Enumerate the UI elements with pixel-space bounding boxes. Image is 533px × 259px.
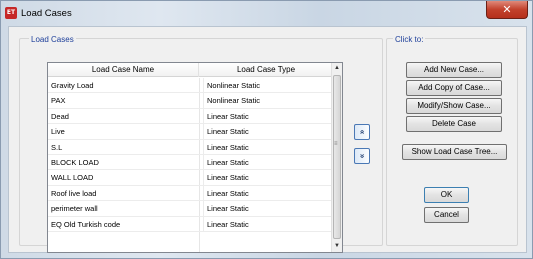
scrollbar-grip-icon: ≡ <box>334 141 338 147</box>
add-new-case-button[interactable]: Add New Case... <box>406 62 502 78</box>
load-case-name-cell[interactable]: WALL LOAD <box>51 170 197 185</box>
add-copy-of-case-button[interactable]: Add Copy of Case... <box>406 80 502 96</box>
table-header: Load Case Name Load Case Type <box>48 63 332 77</box>
load-case-type-cell[interactable]: Nonlinear Static <box>203 78 329 93</box>
load-case-name-cell[interactable]: BLOCK LOAD <box>51 155 197 170</box>
table-row[interactable]: Dead Linear Static <box>48 108 332 125</box>
vertical-scrollbar[interactable]: ▲ ≡ ▼ <box>331 63 342 252</box>
scroll-down-arrow-icon[interactable]: ▼ <box>332 241 342 252</box>
load-cases-window: ET Load Cases ✕ Load Cases Click to: Loa… <box>0 0 533 259</box>
table-row[interactable]: Roof live load Linear Static <box>48 185 332 202</box>
title-bar[interactable]: ET Load Cases ✕ <box>1 1 533 26</box>
column-header-type[interactable]: Load Case Type <box>200 63 332 77</box>
load-case-type-cell[interactable]: Linear Static <box>203 216 329 232</box>
table-row[interactable]: S.L Linear Static <box>48 139 332 155</box>
load-case-name-cell[interactable]: S.L <box>51 140 197 155</box>
load-case-name-cell[interactable]: EQ Old Turkish code <box>51 217 197 232</box>
table-row[interactable]: PAX Nonlinear Static <box>48 93 332 109</box>
load-case-type-cell[interactable]: Linear Static <box>203 139 329 155</box>
load-case-name-cell[interactable]: Gravity Load <box>51 78 197 93</box>
load-case-type-cell[interactable]: Linear Static <box>203 170 329 186</box>
window-title: Load Cases <box>21 8 72 19</box>
move-down-button[interactable]: » <box>354 148 370 164</box>
load-case-type-cell[interactable]: Nonlinear Static <box>203 93 329 109</box>
double-chevron-down-icon: » <box>358 153 367 159</box>
table-row[interactable]: BLOCK LOAD Linear Static <box>48 154 332 171</box>
cancel-button[interactable]: Cancel <box>424 207 469 223</box>
double-chevron-up-icon: « <box>358 129 367 135</box>
load-case-name-cell[interactable]: Roof live load <box>51 186 197 201</box>
load-case-name-cell[interactable]: perimeter wall <box>51 201 197 216</box>
column-header-name[interactable]: Load Case Name <box>48 63 199 77</box>
modify-show-case-button[interactable]: Modify/Show Case... <box>406 98 502 114</box>
table-row[interactable]: Gravity Load Nonlinear Static <box>48 78 332 94</box>
table-body: Gravity Load Nonlinear Static PAX Nonlinear… <box>48 78 332 232</box>
dialog-client-area: Load Cases Click to: Load Case Name Load… <box>8 26 527 253</box>
load-case-name-cell[interactable]: PAX <box>51 93 197 108</box>
load-case-type-cell[interactable]: Linear Static <box>203 185 329 201</box>
delete-case-button[interactable]: Delete Case <box>406 116 502 132</box>
show-load-case-tree-button[interactable]: Show Load Case Tree... <box>402 144 507 160</box>
move-up-button[interactable]: « <box>354 124 370 140</box>
scrollbar-thumb[interactable] <box>333 75 341 239</box>
table-row[interactable]: EQ Old Turkish code Linear Static <box>48 216 332 232</box>
load-case-type-cell[interactable]: Linear Static <box>203 154 329 170</box>
scroll-up-arrow-icon[interactable]: ▲ <box>332 63 342 74</box>
load-case-name-cell[interactable]: Dead <box>51 109 197 124</box>
load-case-type-cell[interactable]: Linear Static <box>203 108 329 124</box>
table-row[interactable]: WALL LOAD Linear Static <box>48 170 332 186</box>
close-button[interactable]: ✕ <box>486 1 528 19</box>
table-row[interactable]: perimeter wall Linear Static <box>48 201 332 217</box>
table-row[interactable]: Live Linear Static <box>48 124 332 140</box>
load-case-type-cell[interactable]: Linear Static <box>203 201 329 217</box>
close-icon: ✕ <box>502 3 512 16</box>
click-to-group-title: Click to: <box>393 35 426 44</box>
ok-button[interactable]: OK <box>424 187 469 203</box>
load-case-name-cell[interactable]: Live <box>51 124 197 139</box>
load-cases-table: Load Case Name Load Case Type Gravity Lo… <box>47 62 343 253</box>
load-case-type-cell[interactable]: Linear Static <box>203 124 329 140</box>
load-cases-group-title: Load Cases <box>29 35 76 44</box>
etabs-app-icon: ET <box>5 7 17 19</box>
